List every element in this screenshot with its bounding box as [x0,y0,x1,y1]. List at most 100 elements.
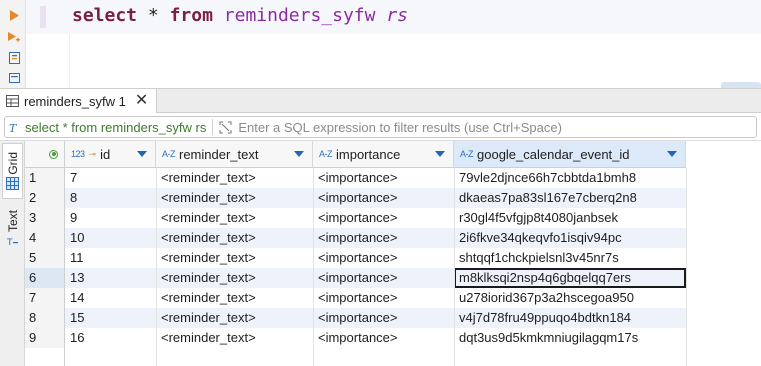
line-marker [40,6,46,28]
row-cells: 11 <reminder_text> <importance> shtqqf1chck… [65,248,686,268]
table-cell[interactable]: m8klksqi2nsp4q6gbqelqq7ers [454,268,686,288]
table-cell[interactable]: <importance> [313,248,454,268]
table-cell[interactable]: 16 [65,328,156,348]
type-badge: A-Z [319,149,333,159]
column-header-google-calendar-event-id[interactable]: A-Z google_calendar_event_id [454,141,686,168]
row-number[interactable]: 1 [25,168,65,188]
sort-arrow-icon[interactable] [667,151,677,157]
load-plan-icon[interactable] [8,72,20,84]
table-row[interactable]: 5 11 <reminder_text> <importance> shtqqf1chc… [25,248,761,268]
row-number[interactable]: 7 [25,288,65,308]
table-cell[interactable]: <importance> [313,168,454,188]
filter-input[interactable]: T select * from reminders_syfw rs Enter … [4,116,757,138]
table-cell[interactable]: <importance> [313,308,454,328]
table-cell[interactable]: <reminder_text> [156,328,313,348]
sql-query[interactable]: select * from reminders_syfw rs [72,5,408,26]
table-cell[interactable]: dkaeas7pa83sl167e7cberq2n8 [454,188,686,208]
divider [212,119,214,135]
table-cell[interactable]: <reminder_text> [156,228,313,248]
table-cell[interactable]: 13 [65,268,156,288]
query-source: T select * from reminders_syfw rs [5,120,206,135]
row-cells: 10 <reminder_text> <importance> 2i6fkve34qk… [65,228,686,248]
column-divider [686,168,687,366]
column-name: google_calendar_event_id [477,146,630,162]
expand-filter-icon [219,121,232,133]
table-cell[interactable]: 7 [65,168,156,188]
table-cell[interactable]: u278iorid367p3a2hscegoa950 [454,288,686,308]
table-cell[interactable]: 2i6fkve34qkeqvfo1isqiv94pc [454,228,686,248]
table-cell[interactable]: <importance> [313,268,454,288]
table-cell[interactable]: 10 [65,228,156,248]
explain-plan-icon[interactable] [8,52,20,64]
keyword-from: from [169,5,213,26]
tab-grid-label: Grid [5,151,20,175]
table-row[interactable]: 4 10 <reminder_text> <importance> 2i6fkve34q… [25,228,761,248]
filter-placeholder[interactable]: Enter a SQL expression to filter results… [219,120,562,135]
table-row[interactable]: 3 9 <reminder_text> <importance> r30gl4f5vfg… [25,208,761,228]
row-number[interactable]: 4 [25,228,65,248]
sql-editor[interactable]: select * from reminders_syfw rs [0,0,761,94]
table-cell[interactable]: <importance> [313,288,454,308]
tab-label: reminders_syfw 1 [24,93,126,109]
table-cell[interactable]: 8 [65,188,156,208]
editor-margin-line [69,34,70,88]
row-number[interactable]: 2 [25,188,65,208]
tab-text[interactable]: Text T [2,203,23,253]
table-cell[interactable]: v4j7d78fru49ppuqo4bdtkn184 [454,308,686,328]
table-cell[interactable]: 15 [65,308,156,328]
table-row[interactable]: 6 13 <reminder_text> <importance> m8klksqi2n… [25,268,761,288]
sort-arrow-icon[interactable] [435,151,445,157]
column-header-reminder-text[interactable]: A-Z reminder_text [156,141,313,168]
table-cell[interactable]: <reminder_text> [156,308,313,328]
close-icon[interactable]: ✕ [135,93,148,109]
table-cell[interactable]: <importance> [313,228,454,248]
execute-icon[interactable] [8,9,20,21]
table-cell[interactable]: <importance> [313,188,454,208]
table-row[interactable]: 8 15 <reminder_text> <importance> v4j7d78fru… [25,308,761,328]
type-badge: A-Z [162,149,176,159]
tab-grid[interactable]: Grid [2,143,23,199]
row-number[interactable]: 5 [25,248,65,268]
row-number[interactable]: 6 [25,268,65,288]
table-cell[interactable]: 9 [65,208,156,228]
keyword-select: select [72,5,138,26]
row-cells: 9 <reminder_text> <importance> r30gl4f5vfgj… [65,208,686,228]
row-cells: 16 <reminder_text> <importance> dqt3us9d5km… [65,328,686,348]
table-cell[interactable]: dqt3us9d5kmkmniugilagqm17s [454,328,686,348]
column-header-importance[interactable]: A-Z importance [313,141,454,168]
svg-text:T: T [9,122,18,134]
row-number[interactable]: 8 [25,308,65,328]
table-cell[interactable]: <importance> [313,328,454,348]
results-grid[interactable]: 123 ⊸ id A-Z reminder_text A-Z importanc… [25,141,761,366]
table-cell[interactable]: <reminder_text> [156,168,313,188]
table-cell[interactable]: <reminder_text> [156,188,313,208]
table-cell[interactable]: <reminder_text> [156,288,313,308]
table-cell[interactable]: <importance> [313,208,454,228]
query-text: select * from reminders_syfw rs [25,119,207,135]
filter-bar: T select * from reminders_syfw rs Enter … [0,114,761,141]
table-cell[interactable]: <reminder_text> [156,268,313,288]
table-cell[interactable]: r30gl4f5vfgjp8t4080janbsek [454,208,686,228]
table-row[interactable]: 1 7 <reminder_text> <importance> 79vle2djnce… [25,168,761,188]
table-cell[interactable]: <reminder_text> [156,208,313,228]
column-divider [454,168,455,366]
table-row[interactable]: 7 14 <reminder_text> <importance> u278iorid3… [25,288,761,308]
sort-arrow-icon[interactable] [137,151,147,157]
row-number[interactable]: 9 [25,328,65,348]
svg-text:T: T [7,238,13,246]
table-row[interactable]: 9 16 <reminder_text> <importance> dqt3us9d5k… [25,328,761,348]
table-name: reminders_syfw [223,5,376,26]
sort-arrow-icon[interactable] [294,151,304,157]
table-cell[interactable]: 11 [65,248,156,268]
row-number-gutter [25,348,65,366]
row-number[interactable]: 3 [25,208,65,228]
table-cell[interactable]: 14 [65,288,156,308]
table-row[interactable]: 2 8 <reminder_text> <importance> dkaeas7pa83… [25,188,761,208]
table-cell[interactable]: <reminder_text> [156,248,313,268]
tab-results[interactable]: reminders_syfw 1 ✕ [0,89,157,113]
row-selector-header[interactable] [25,141,65,168]
column-header-id[interactable]: 123 ⊸ id [65,141,156,168]
table-cell[interactable]: 79vle2djnce66h7cbbtda1bmh8 [454,168,686,188]
execute-script-icon[interactable] [8,31,20,43]
table-cell[interactable]: shtqqf1chckpielsnl3v45nr7s [454,248,686,268]
